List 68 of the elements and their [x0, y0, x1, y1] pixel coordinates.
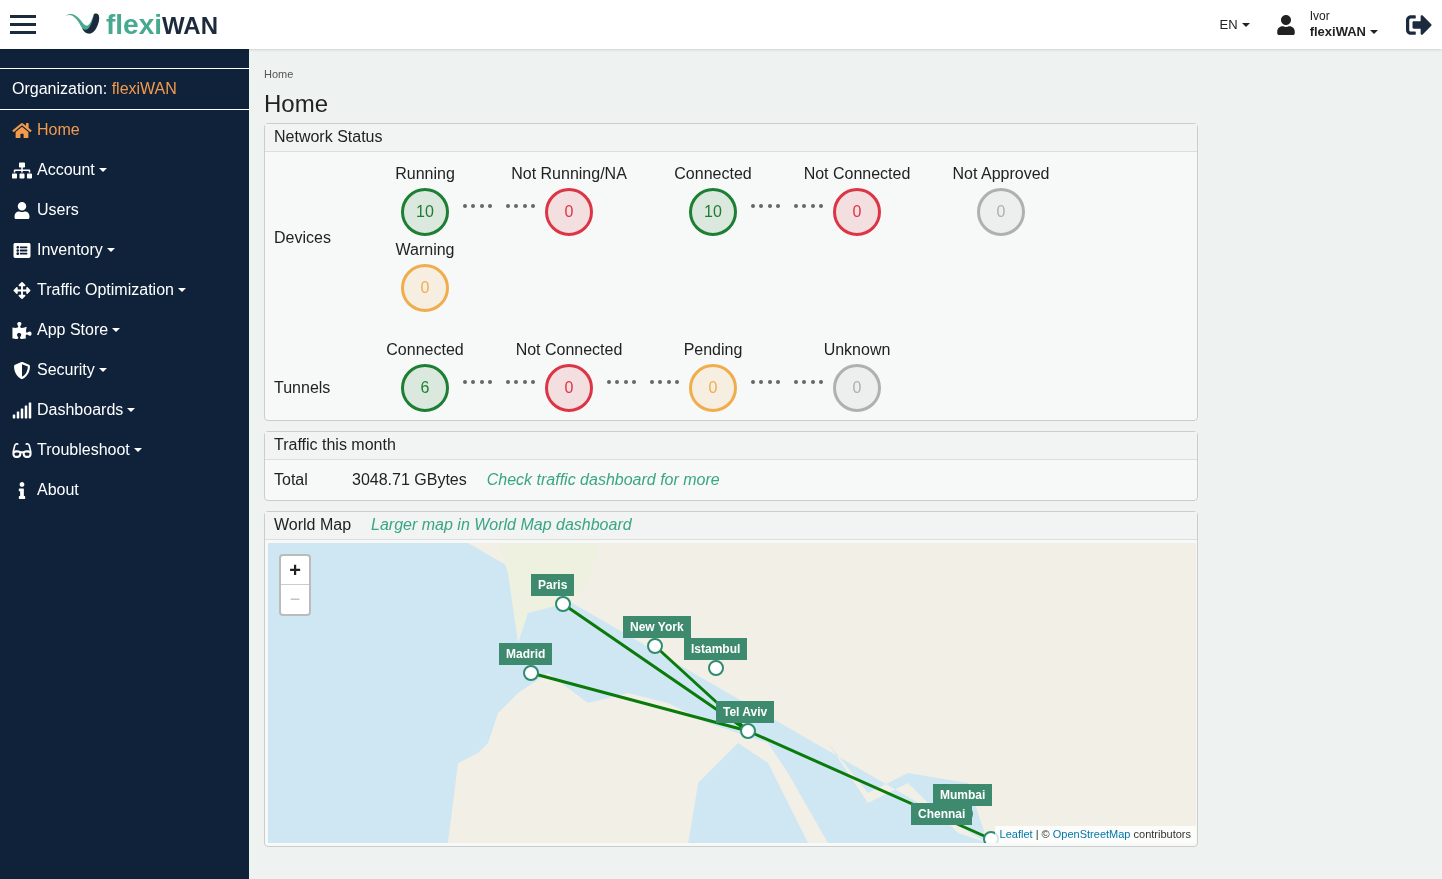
status-label: Warning — [395, 239, 455, 260]
status-label: Unknown — [823, 339, 891, 360]
connector-dots — [607, 379, 679, 386]
sidebar-item[interactable]: Security — [0, 350, 249, 390]
status-label: Not Connected — [515, 339, 623, 360]
sidebar-item[interactable]: Troubleshoot — [0, 430, 249, 470]
user-menu[interactable]: Ivor flexiWAN — [1309, 8, 1378, 41]
total-value: 3048.71 GBytes — [352, 469, 467, 490]
organization-label: Organization: flexiWAN — [0, 68, 249, 110]
caret-icon — [98, 368, 107, 372]
language-dropdown[interactable]: EN — [1219, 14, 1250, 35]
caret-icon — [127, 408, 136, 412]
puzzle-icon — [12, 321, 32, 339]
menu-icon[interactable] — [10, 15, 36, 34]
map-attribution: Leaflet | © OpenStreetMap contributors — [994, 826, 1196, 843]
card-title: World Map — [274, 515, 352, 535]
sidebar-item[interactable]: Home — [0, 110, 249, 150]
user-icon — [12, 201, 32, 219]
connector-dots — [751, 379, 823, 386]
site-label[interactable]: Mumbai — [933, 783, 993, 806]
caret-icon — [133, 448, 142, 452]
connector-dots — [751, 203, 823, 210]
breadcrumb: Home — [264, 67, 295, 82]
caret-icon — [1241, 22, 1250, 27]
zoom-in-button[interactable]: + — [281, 555, 309, 585]
site-label[interactable]: Madrid — [499, 642, 553, 665]
sidebar-item[interactable]: Dashboards — [0, 390, 249, 430]
group-label: Devices — [274, 227, 331, 248]
status-label: Not Approved — [952, 163, 1050, 184]
site-label[interactable]: New York — [623, 615, 691, 638]
caret-icon — [177, 288, 186, 292]
home-icon — [12, 121, 32, 139]
sidebar-item[interactable]: About — [0, 470, 249, 510]
sidebar-item[interactable]: Traffic Optimization — [0, 270, 249, 310]
logo-text: flexiWAN — [106, 10, 219, 39]
move-icon — [12, 281, 32, 299]
card-title: Traffic this month — [265, 431, 1197, 460]
shield-icon — [12, 361, 32, 379]
site-label[interactable]: Chennai — [911, 802, 973, 825]
glasses-icon — [12, 441, 32, 459]
caret-icon — [112, 328, 121, 332]
connector-dots — [463, 203, 535, 210]
map-view[interactable]: Paris New York Madrid Istambul Tel Aviv Mumbai Chennai + − Leaflet | © OpenStreetMap contributors — [268, 542, 1196, 843]
status-label: Pending — [683, 339, 743, 360]
status-label: Connected — [674, 163, 752, 184]
sidebar-item[interactable]: Account — [0, 150, 249, 190]
network-icon — [12, 161, 32, 179]
card-title: Network Status — [265, 123, 1197, 152]
caret-icon — [1370, 30, 1378, 34]
status-label: Connected — [386, 339, 464, 360]
caret-icon — [98, 168, 107, 172]
sidebar-item[interactable]: Inventory — [0, 230, 249, 270]
caret-icon — [106, 248, 115, 252]
connector-dots — [463, 379, 535, 386]
status-label: Not Running/NA — [511, 163, 627, 184]
site-label[interactable]: Tel Aviv — [716, 700, 775, 723]
status-label: Running — [395, 163, 455, 184]
page-title: Home — [264, 88, 330, 119]
signal-bars-icon — [12, 401, 32, 419]
user-icon — [1275, 14, 1296, 35]
site-label[interactable]: Paris — [531, 573, 575, 596]
group-label: Tunnels — [274, 377, 331, 398]
status-label: Not Connected — [803, 163, 911, 184]
site-label[interactable]: Istambul — [684, 637, 748, 660]
sidebar-item[interactable]: Users — [0, 190, 249, 230]
total-label: Total — [274, 469, 309, 490]
sidebar-item[interactable]: App Store — [0, 310, 249, 350]
list-icon — [12, 241, 32, 259]
